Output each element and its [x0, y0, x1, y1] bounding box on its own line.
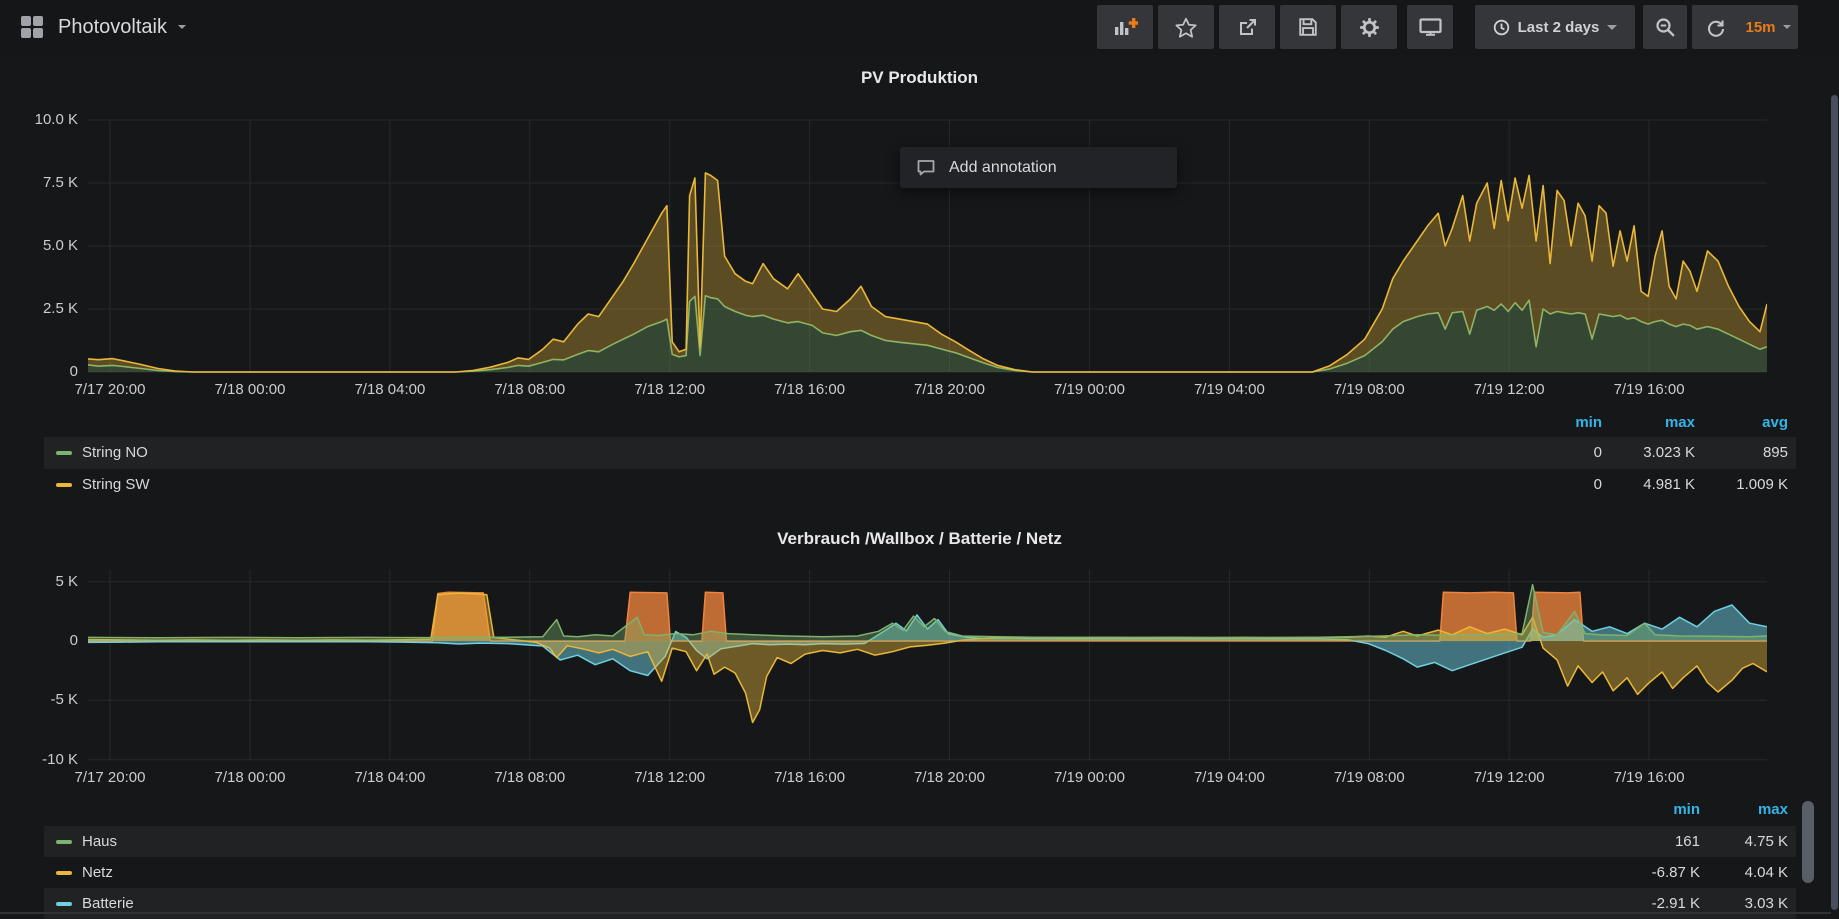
- legend-stat-header-max[interactable]: max: [1700, 797, 1788, 823]
- legend-swatch-batterie[interactable]: [56, 902, 72, 906]
- legend-stat-value: -6.87 K: [1612, 857, 1700, 888]
- legend-stat-value: 161: [1612, 826, 1700, 857]
- legend-stat-value: 3.03 K: [1700, 888, 1788, 919]
- horizontal-scrollbar-track[interactable]: [0, 912, 1831, 914]
- legend-row: [44, 857, 1796, 888]
- legend-row: [44, 826, 1796, 857]
- legend-stat-value: -2.91 K: [1612, 888, 1700, 919]
- legend-label-batterie[interactable]: Batterie: [82, 888, 134, 919]
- legend-swatch-haus[interactable]: [56, 840, 72, 844]
- add-annotation-label: Add annotation: [949, 159, 1057, 177]
- legend-row: [44, 888, 1796, 919]
- page-scrollbar-thumb[interactable]: [1831, 95, 1838, 910]
- legend-swatch-netz[interactable]: [56, 871, 72, 875]
- verbrauch-legend: minmax Haus 1614.75 K Netz -6.87 K4.04 K Batt…: [0, 0, 1839, 917]
- legend-stat-header-min[interactable]: min: [1612, 797, 1700, 823]
- legend-label-haus[interactable]: Haus: [82, 826, 117, 857]
- legend-stat-value: 4.75 K: [1700, 826, 1788, 857]
- comment-icon: [916, 159, 936, 177]
- legend-scrollbar-thumb[interactable]: [1802, 801, 1814, 883]
- legend-stat-value: 4.04 K: [1700, 857, 1788, 888]
- legend-label-netz[interactable]: Netz: [82, 857, 113, 888]
- add-annotation-menu[interactable]: Add annotation: [900, 147, 1177, 188]
